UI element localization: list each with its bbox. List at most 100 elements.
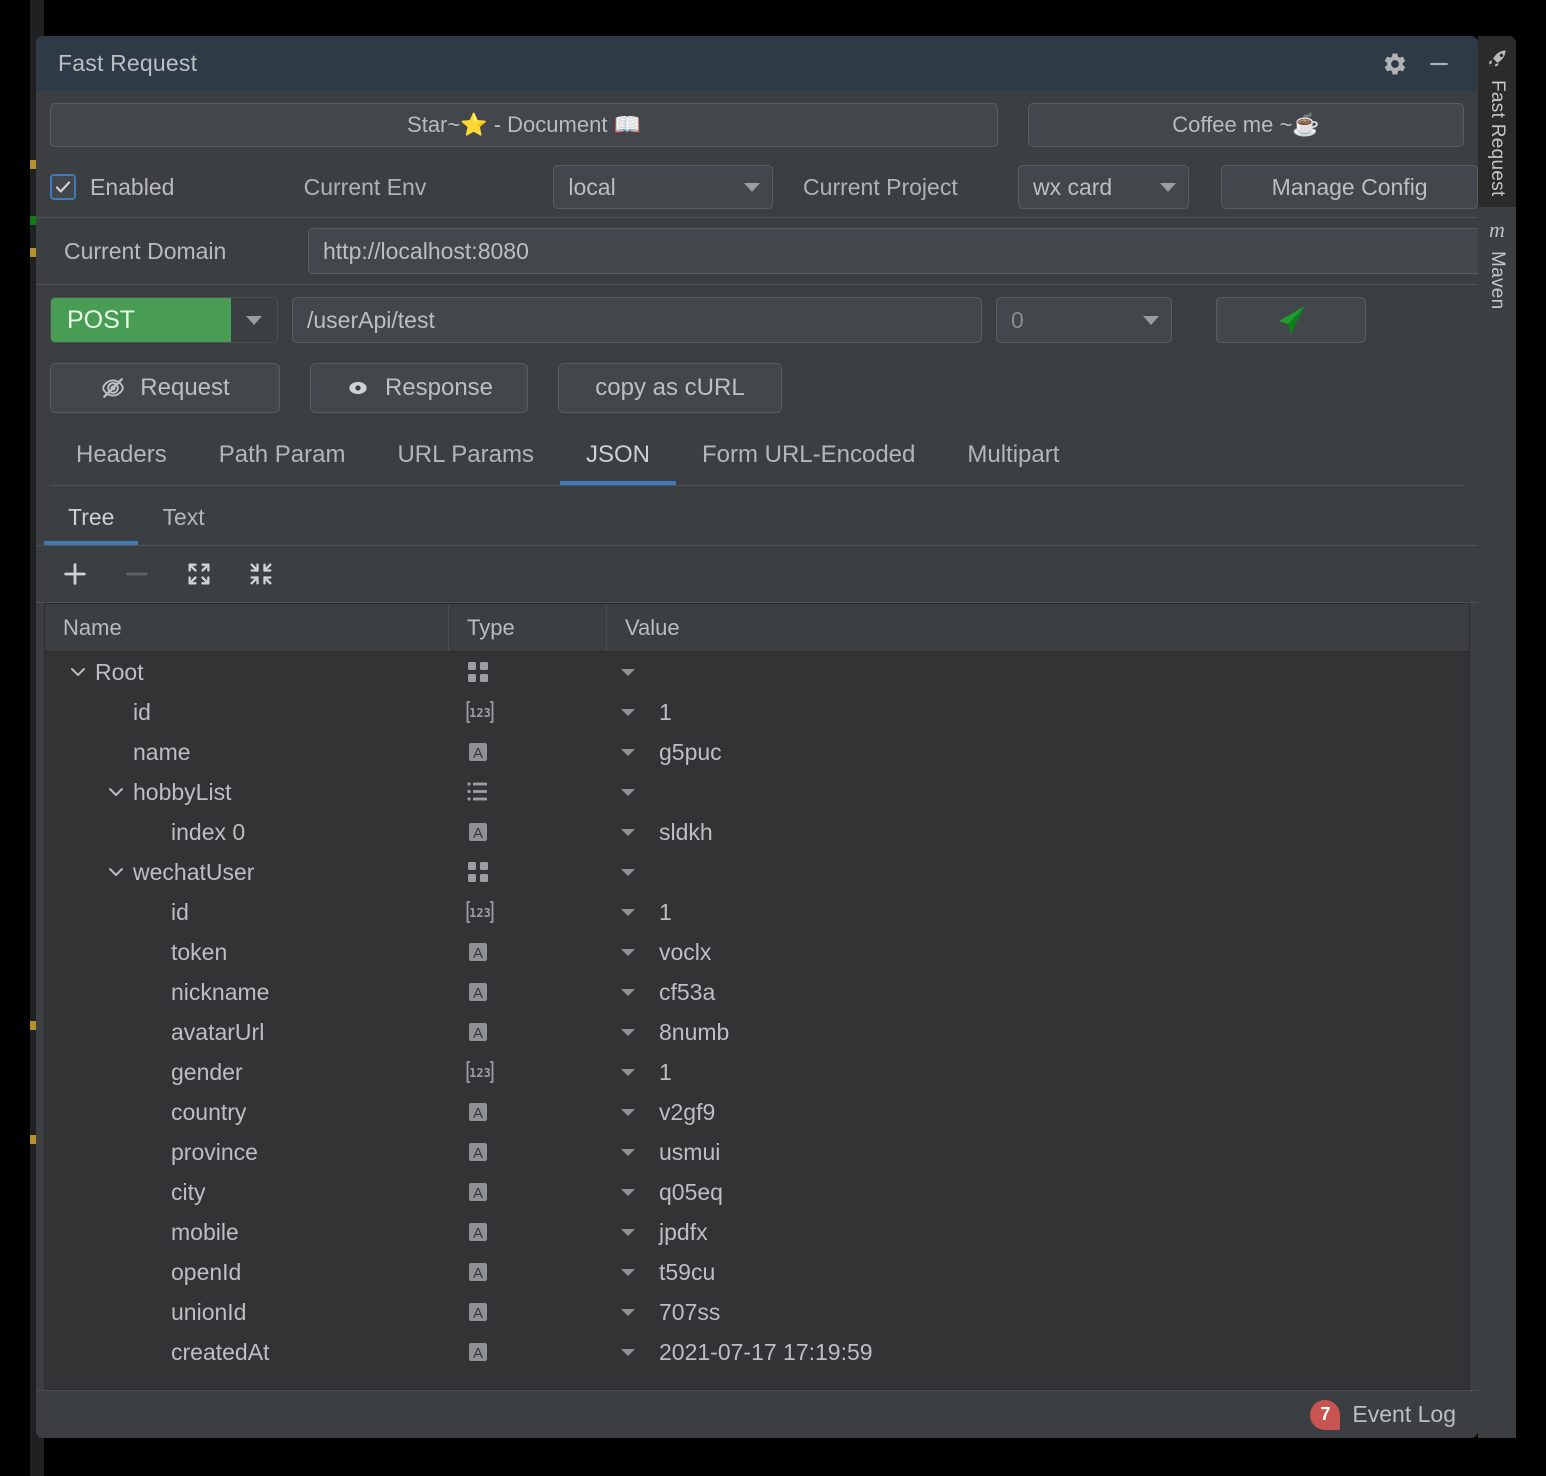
tree-node-value-cell[interactable]: sldkh (649, 819, 1469, 846)
tree-node-type-dropdown[interactable] (607, 1221, 649, 1243)
tool-strip-item-maven[interactable]: m Maven (1478, 206, 1516, 320)
tree-node-value-cell[interactable]: 1 (649, 899, 1469, 926)
tree-node-type-cell[interactable] (449, 859, 607, 885)
tree-node-type-dropdown[interactable] (607, 941, 649, 963)
event-log-button[interactable]: 7 Event Log (1310, 1399, 1456, 1430)
manage-config-button[interactable]: Manage Config (1221, 165, 1478, 209)
tree-node-type-cell[interactable] (449, 659, 607, 685)
table-row[interactable]: createdAt A 2021-07-17 17:19:59 (45, 1332, 1469, 1372)
tree-node-type-dropdown[interactable] (607, 981, 649, 1003)
tree-node-type-dropdown[interactable] (607, 1181, 649, 1203)
tree-node-type-cell[interactable]: A (449, 1179, 607, 1205)
remove-icon[interactable] (114, 552, 160, 596)
tree-node-type-dropdown[interactable] (607, 821, 649, 843)
request-url-input[interactable]: /userApi/test (292, 297, 982, 343)
subtab-text[interactable]: Text (138, 498, 228, 545)
tree-node-type-dropdown[interactable] (607, 1021, 649, 1043)
tree-node-value-cell[interactable]: voclx (649, 939, 1469, 966)
subtab-tree[interactable]: Tree (44, 498, 139, 545)
table-row[interactable]: wechatUser (45, 852, 1469, 892)
table-row[interactable]: country Av2gf9 (45, 1092, 1469, 1132)
table-row[interactable]: province Ausmui (45, 1132, 1469, 1172)
tree-node-type-dropdown[interactable] (607, 661, 649, 683)
copy-as-curl-button[interactable]: copy as cURL (558, 363, 782, 413)
tab-multipart[interactable]: Multipart (941, 435, 1085, 485)
tab-url-params[interactable]: URL Params (371, 435, 559, 485)
tree-node-type-cell[interactable]: 123 (449, 699, 607, 725)
current-project-select[interactable]: wx card (1017, 165, 1190, 209)
tree-node-type-cell[interactable]: A (449, 1219, 607, 1245)
tree-node-type-cell[interactable]: 123 (449, 1059, 607, 1085)
tree-node-type-cell[interactable]: A (449, 939, 607, 965)
table-row[interactable]: unionId A 707ss (45, 1292, 1469, 1332)
tree-node-type-cell[interactable]: A (449, 1099, 607, 1125)
table-row[interactable]: openId At59cu (45, 1252, 1469, 1292)
table-row[interactable]: id 123 1 (45, 692, 1469, 732)
tree-node-type-dropdown[interactable] (607, 1341, 649, 1363)
tree-node-value-cell[interactable]: 2021-07-17 17:19:59 (649, 1339, 1469, 1366)
table-row[interactable]: name Ag5puc (45, 732, 1469, 772)
add-icon[interactable] (52, 552, 98, 596)
send-request-button[interactable] (1216, 297, 1366, 343)
table-row[interactable]: id 123 1 (45, 892, 1469, 932)
tree-node-type-cell[interactable]: A (449, 1259, 607, 1285)
tree-node-value-cell[interactable]: jpdfx (649, 1219, 1469, 1246)
gear-icon[interactable] (1378, 47, 1412, 81)
http-method-select[interactable]: POST (50, 297, 278, 343)
star-document-button[interactable]: Star~⭐ - Document 📖 (50, 103, 998, 147)
table-row[interactable]: nickname Acf53a (45, 972, 1469, 1012)
tree-twisty[interactable] (99, 862, 133, 882)
table-row[interactable]: Root (45, 652, 1469, 692)
tree-twisty[interactable] (61, 662, 95, 682)
tree-node-value-cell[interactable]: usmui (649, 1139, 1469, 1166)
current-domain-input[interactable]: http://localhost:8080 (308, 228, 1478, 274)
tree-node-type-cell[interactable]: A (449, 979, 607, 1005)
tree-node-type-cell[interactable]: A (449, 1339, 607, 1365)
tree-node-value-cell[interactable]: g5puc (649, 739, 1469, 766)
tool-strip-item-fast-request[interactable]: Fast Request (1478, 36, 1516, 207)
expand-all-icon[interactable] (176, 552, 222, 596)
tree-node-type-cell[interactable]: 123 (449, 899, 607, 925)
table-row[interactable]: avatarUrl A 8numb (45, 1012, 1469, 1052)
tab-json[interactable]: JSON (559, 435, 676, 485)
response-toggle-button[interactable]: Response (310, 363, 528, 413)
tree-node-value-cell[interactable]: 707ss (649, 1299, 1469, 1326)
timeout-select[interactable]: 0 (996, 297, 1172, 343)
tree-node-type-cell[interactable]: A (449, 1019, 607, 1045)
tree-node-type-dropdown[interactable] (607, 861, 649, 883)
tree-node-value-cell[interactable]: 1 (649, 699, 1469, 726)
table-row[interactable]: city Aq05eq (45, 1172, 1469, 1212)
request-toggle-button[interactable]: Request (50, 363, 280, 413)
column-header-name[interactable]: Name (45, 604, 449, 651)
tree-node-type-cell[interactable]: A (449, 739, 607, 765)
table-row[interactable]: mobile Ajpdfx (45, 1212, 1469, 1252)
tree-node-value-cell[interactable]: 1 (649, 1059, 1469, 1086)
tree-node-type-cell[interactable] (449, 779, 607, 805)
tree-node-type-dropdown[interactable] (607, 1141, 649, 1163)
column-header-value[interactable]: Value (607, 604, 1469, 651)
table-row[interactable]: gender 123 1 (45, 1052, 1469, 1092)
tree-node-type-dropdown[interactable] (607, 1301, 649, 1323)
table-row[interactable]: token Avoclx (45, 932, 1469, 972)
coffee-me-button[interactable]: Coffee me ~☕ (1028, 103, 1464, 147)
minimize-icon[interactable] (1422, 47, 1456, 81)
tab-headers[interactable]: Headers (50, 435, 193, 485)
tree-node-value-cell[interactable]: q05eq (649, 1179, 1469, 1206)
enabled-checkbox[interactable]: Enabled (50, 174, 304, 201)
tree-node-value-cell[interactable]: cf53a (649, 979, 1469, 1006)
tab-form-url-encoded[interactable]: Form URL-Encoded (676, 435, 941, 485)
tree-node-type-dropdown[interactable] (607, 901, 649, 923)
collapse-all-icon[interactable] (238, 552, 284, 596)
tree-node-type-dropdown[interactable] (607, 1061, 649, 1083)
tab-path-param[interactable]: Path Param (193, 435, 372, 485)
tree-node-type-cell[interactable]: A (449, 819, 607, 845)
column-header-type[interactable]: Type (449, 604, 607, 651)
tree-node-type-dropdown[interactable] (607, 781, 649, 803)
tree-node-value-cell[interactable]: v2gf9 (649, 1099, 1469, 1126)
tree-node-type-dropdown[interactable] (607, 701, 649, 723)
tree-node-value-cell[interactable]: 8numb (649, 1019, 1469, 1046)
tree-node-type-dropdown[interactable] (607, 741, 649, 763)
table-row[interactable]: hobbyList (45, 772, 1469, 812)
tree-twisty[interactable] (99, 782, 133, 802)
table-row[interactable]: index 0 Asldkh (45, 812, 1469, 852)
